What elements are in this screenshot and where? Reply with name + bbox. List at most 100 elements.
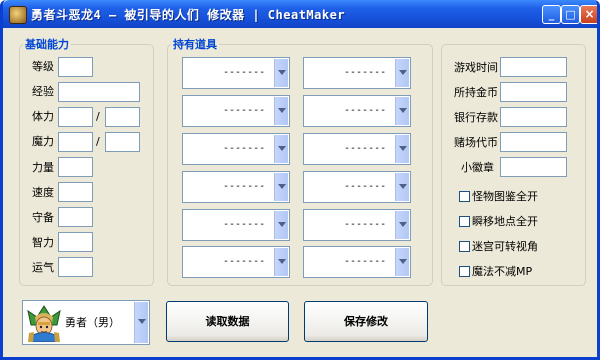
item-slot-2[interactable]: ------- bbox=[303, 57, 411, 89]
warp-points-label: 瞬移地点全开 bbox=[472, 215, 538, 228]
luck-label: 运气 bbox=[32, 261, 54, 274]
gold-input[interactable] bbox=[500, 82, 567, 102]
chevron-down-icon bbox=[278, 184, 286, 189]
chevron-down-icon bbox=[399, 222, 407, 227]
chevron-down-icon bbox=[278, 146, 286, 151]
hero-portrait-icon bbox=[25, 303, 63, 342]
hero-dropdown-button[interactable] bbox=[134, 302, 148, 343]
hp-max-input[interactable] bbox=[105, 107, 140, 127]
dropdown-button[interactable] bbox=[395, 59, 409, 87]
item-slot-1[interactable]: ------- bbox=[182, 57, 290, 89]
chevron-down-icon bbox=[278, 222, 286, 227]
chevron-down-icon bbox=[399, 184, 407, 189]
dropdown-button[interactable] bbox=[274, 135, 288, 163]
save-changes-button[interactable]: 保存修改 bbox=[304, 301, 428, 342]
item-slot-value: ------- bbox=[344, 219, 387, 230]
item-slot-value: ------- bbox=[344, 256, 387, 267]
dropdown-button[interactable] bbox=[274, 97, 288, 125]
dropdown-button[interactable] bbox=[395, 248, 409, 276]
item-slot-10[interactable]: ------- bbox=[303, 209, 411, 241]
minimize-button[interactable]: _ bbox=[542, 5, 561, 24]
play-time-label: 游戏时间 bbox=[454, 61, 498, 74]
close-button[interactable]: × bbox=[580, 5, 597, 24]
dropdown-button[interactable] bbox=[395, 97, 409, 125]
level-input[interactable] bbox=[58, 57, 93, 77]
mp-slash: / bbox=[96, 135, 100, 148]
item-slot-8[interactable]: ------- bbox=[303, 171, 411, 203]
luck-input[interactable] bbox=[58, 257, 93, 277]
hp-slash: / bbox=[96, 110, 100, 123]
dungeon-view-label: 迷宫可转视角 bbox=[472, 240, 538, 253]
str-input[interactable] bbox=[58, 157, 93, 177]
casino-input[interactable] bbox=[500, 132, 567, 152]
dungeon-view-checkbox[interactable] bbox=[459, 241, 470, 252]
item-slot-12[interactable]: ------- bbox=[303, 246, 411, 278]
gold-label: 所持金币 bbox=[454, 86, 498, 99]
dropdown-button[interactable] bbox=[274, 211, 288, 239]
no-mp-cost-checkbox[interactable] bbox=[459, 266, 470, 277]
exp-label: 经验 bbox=[32, 85, 54, 98]
def-input[interactable] bbox=[58, 207, 93, 227]
chevron-down-icon bbox=[138, 319, 146, 324]
app-window: 勇者斗恶龙4 — 被引导的人们 修改器 | CheatMaker _ □ × 基… bbox=[0, 0, 600, 360]
title-bar: 勇者斗恶龙4 — 被引导的人们 修改器 | CheatMaker _ □ × bbox=[3, 0, 597, 28]
monster-book-label: 怪物图鉴全开 bbox=[472, 190, 538, 203]
chevron-down-icon bbox=[278, 259, 286, 264]
def-label: 守备 bbox=[32, 211, 54, 224]
maximize-button[interactable]: □ bbox=[561, 5, 580, 24]
item-slot-value: ------- bbox=[344, 67, 387, 78]
item-slot-3[interactable]: ------- bbox=[182, 95, 290, 127]
item-slot-value: ------- bbox=[223, 219, 266, 230]
medal-input[interactable] bbox=[500, 157, 567, 177]
medal-label: 小徽章 bbox=[461, 161, 494, 174]
hp-label: 体力 bbox=[32, 110, 54, 123]
mp-label: 魔力 bbox=[32, 135, 54, 148]
item-slot-11[interactable]: ------- bbox=[182, 246, 290, 278]
item-slot-value: ------- bbox=[344, 143, 387, 154]
exp-input[interactable] bbox=[58, 82, 140, 102]
hero-select[interactable]: 勇者（男） bbox=[22, 300, 150, 345]
read-data-button[interactable]: 读取数据 bbox=[166, 301, 289, 342]
dropdown-button[interactable] bbox=[395, 173, 409, 201]
mp-current-input[interactable] bbox=[58, 132, 93, 152]
int-input[interactable] bbox=[58, 232, 93, 252]
level-label: 等级 bbox=[32, 60, 54, 73]
int-label: 智力 bbox=[32, 236, 54, 249]
agi-label: 速度 bbox=[32, 186, 54, 199]
monster-book-checkbox[interactable] bbox=[459, 191, 470, 202]
basic-ability-title: 基础能力 bbox=[23, 38, 71, 51]
no-mp-cost-label: 魔法不减MP bbox=[472, 265, 533, 278]
item-slot-value: ------- bbox=[223, 105, 266, 116]
chevron-down-icon bbox=[278, 108, 286, 113]
agi-input[interactable] bbox=[58, 182, 93, 202]
hero-select-value: 勇者（男） bbox=[65, 316, 120, 329]
dropdown-button[interactable] bbox=[395, 211, 409, 239]
item-slot-value: ------- bbox=[344, 181, 387, 192]
str-label: 力量 bbox=[32, 161, 54, 174]
item-slot-7[interactable]: ------- bbox=[182, 171, 290, 203]
dropdown-button[interactable] bbox=[395, 135, 409, 163]
chevron-down-icon bbox=[399, 108, 407, 113]
chevron-down-icon bbox=[399, 259, 407, 264]
bank-label: 银行存款 bbox=[454, 111, 498, 124]
chevron-down-icon bbox=[399, 146, 407, 151]
window-title: 勇者斗恶龙4 — 被引导的人们 修改器 | CheatMaker bbox=[31, 8, 346, 22]
dropdown-button[interactable] bbox=[274, 59, 288, 87]
chevron-down-icon bbox=[278, 70, 286, 75]
play-time-input[interactable] bbox=[500, 57, 567, 77]
mp-max-input[interactable] bbox=[105, 132, 140, 152]
item-slot-4[interactable]: ------- bbox=[303, 95, 411, 127]
item-slot-5[interactable]: ------- bbox=[182, 133, 290, 165]
dropdown-button[interactable] bbox=[274, 173, 288, 201]
warp-points-checkbox[interactable] bbox=[459, 216, 470, 227]
item-slot-value: ------- bbox=[223, 67, 266, 78]
casino-label: 赌场代币 bbox=[454, 136, 498, 149]
bank-input[interactable] bbox=[500, 107, 567, 127]
dropdown-button[interactable] bbox=[274, 248, 288, 276]
items-title: 持有道具 bbox=[171, 38, 219, 51]
item-slot-6[interactable]: ------- bbox=[303, 133, 411, 165]
chevron-down-icon bbox=[399, 70, 407, 75]
item-slot-value: ------- bbox=[344, 105, 387, 116]
hp-current-input[interactable] bbox=[58, 107, 93, 127]
item-slot-9[interactable]: ------- bbox=[182, 209, 290, 241]
